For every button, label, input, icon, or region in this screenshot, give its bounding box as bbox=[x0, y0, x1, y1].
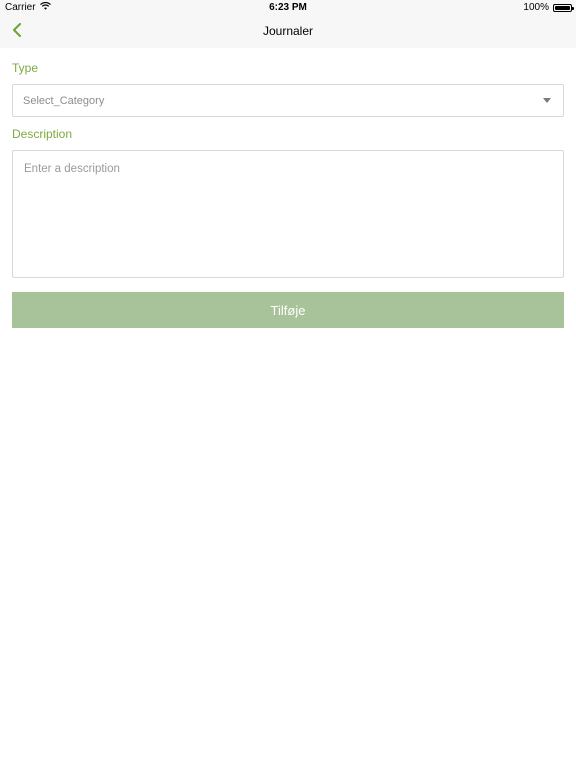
page-title: Journaler bbox=[262, 24, 314, 38]
description-label: Description bbox=[12, 127, 73, 141]
status-time: 6:23 PM bbox=[269, 2, 307, 13]
category-select-value: Select_Category bbox=[23, 95, 105, 107]
battery-percent: 100% bbox=[523, 2, 549, 13]
category-select[interactable]: Select_Category bbox=[12, 84, 564, 117]
status-right: 100% bbox=[523, 2, 574, 13]
status-bar: Carrier 6:23 PM 100% bbox=[0, 0, 576, 16]
navigation-bar: Journaler bbox=[0, 16, 576, 48]
type-label: Type bbox=[12, 61, 39, 75]
battery-fill bbox=[555, 5, 570, 10]
add-button[interactable]: Tilføje bbox=[12, 292, 564, 328]
description-field[interactable] bbox=[12, 150, 564, 278]
caret-down-icon bbox=[543, 98, 551, 103]
battery-icon bbox=[553, 3, 574, 12]
